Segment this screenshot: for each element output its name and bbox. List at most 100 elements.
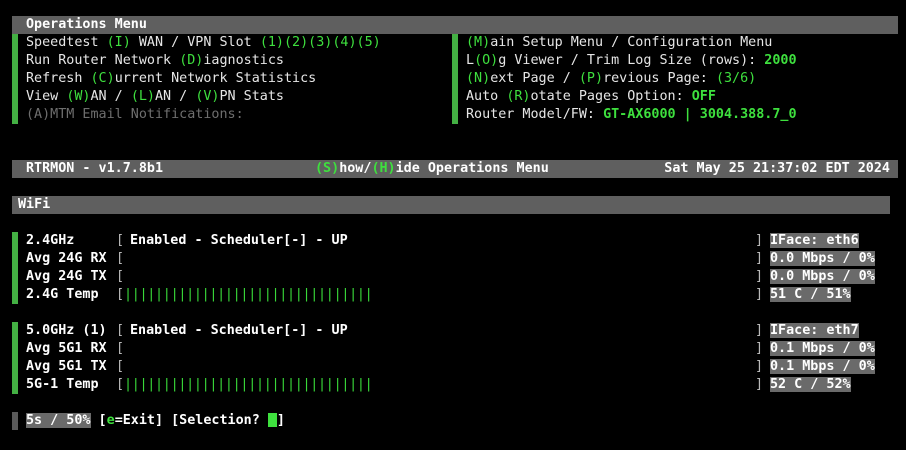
bar-open-bracket: [ — [116, 377, 125, 392]
menu-hotkey[interactable]: (M) — [466, 35, 490, 50]
prompt-open: [ — [90, 413, 107, 428]
show-text: how/ — [339, 161, 372, 176]
refresh-timer: 5s / 50% — [26, 413, 91, 428]
bar-close-bracket: ] — [755, 251, 764, 266]
wifi24-left-border — [12, 232, 18, 304]
menu-text: Refresh — [26, 71, 91, 86]
wifi-row-stat: IFace: eth7 — [770, 322, 859, 340]
wifi-row-stat: 0.0 Mbps / 0% — [770, 250, 875, 268]
wifi-section-title: WiFi — [18, 197, 51, 212]
ops-left-item-0[interactable]: Speedtest (I) WAN / VPN Slot (1)(2)(3)(4… — [26, 34, 381, 52]
hide-text: ide Operations Menu — [395, 161, 549, 176]
ops-menu-left-border — [12, 34, 18, 124]
ops-left-item-3[interactable]: View (W)AN / (L)AN / (V)PN Stats — [26, 88, 284, 106]
menu-hotkey[interactable]: (3/6) — [716, 71, 756, 86]
stat-badge: 0.0 Mbps / 0% — [770, 269, 875, 284]
bar-open-bracket: [ — [116, 287, 125, 302]
menu-text: AN / — [90, 89, 131, 104]
menu-text: urrent Network Statistics — [114, 71, 317, 86]
menu-text: WAN / VPN Slot — [130, 35, 260, 50]
stat-badge: 51 C / 51% — [770, 287, 851, 302]
wifi-section-header — [12, 196, 890, 214]
selection-prompt[interactable]: 5s / 50% [e=Exit] [Selection? ] — [26, 412, 285, 430]
ops-menu-mid-border — [452, 34, 458, 124]
menu-text: ain Setup Menu / Configuration Menu — [490, 35, 773, 50]
ops-left-item-1[interactable]: Run Router Network (D)iagnostics — [26, 52, 284, 70]
wifi-row-label: 5G-1 Temp — [26, 377, 99, 392]
menu-hotkey[interactable]: (O) — [474, 53, 498, 68]
bar-close-bracket: ] — [755, 269, 764, 284]
menu-hotkey[interactable]: (I) — [107, 35, 131, 50]
show-hide-toggle[interactable]: (S)how/(H)ide Operations Menu — [315, 160, 549, 178]
wifi-row-label: 2.4GHz — [26, 233, 75, 248]
bar-close-bracket: ] — [755, 287, 764, 302]
wifi-row-stat: IFace: eth6 — [770, 232, 859, 250]
wifi-status-value: Enabled - Scheduler[-] - UP — [130, 233, 348, 248]
menu-text: PN Stats — [219, 89, 285, 104]
menu-text: L — [466, 53, 475, 68]
ops-right-item-0[interactable]: (M)ain Setup Menu / Configuration Menu — [466, 34, 772, 52]
menu-text: View — [26, 89, 67, 104]
prompt-close: ] — [276, 413, 285, 428]
menu-text: 2000 — [764, 53, 797, 68]
bar-open-bracket: [ — [116, 341, 125, 356]
wifi-row-label: Avg 5G1 RX — [26, 341, 107, 356]
bar-open-bracket: [ — [116, 359, 125, 374]
prompt-left-marker — [12, 412, 18, 430]
menu-hotkey[interactable]: (V) — [195, 89, 219, 104]
ops-right-item-3[interactable]: Auto (R)otate Pages Option: OFF — [466, 88, 716, 106]
wifi-row-stat: 0.0 Mbps / 0% — [770, 268, 875, 286]
iface-badge: IFace: eth7 — [770, 323, 859, 338]
input-cursor[interactable] — [267, 413, 277, 427]
bar-close-bracket: ] — [755, 359, 764, 374]
wifi-row-label: 2.4G Temp — [26, 287, 99, 302]
stat-badge: 52 C / 52% — [770, 377, 851, 392]
ops-left-item-2[interactable]: Refresh (C)urrent Network Statistics — [26, 70, 316, 88]
wifi-status-value: Enabled - Scheduler[-] - UP — [130, 323, 348, 338]
ops-right-item-4[interactable]: Router Model/FW: GT-AX6000 | 3004.388.7_… — [466, 106, 797, 124]
ops-left-item-4[interactable]: (A)MTM Email Notifications: — [26, 106, 244, 124]
wifi-row-label: Avg 24G TX — [26, 269, 107, 284]
menu-hotkey[interactable]: (N) — [466, 71, 490, 86]
ops-right-item-2[interactable]: (N)ext Page / (P)revious Page: (3/6) — [466, 70, 756, 88]
menu-text: ext Page / — [490, 71, 579, 86]
menu-text: Auto — [466, 89, 507, 104]
temperature-bar: |||||||||||||||||||||||||||||||| — [124, 287, 373, 302]
wifi-row-label: 5.0GHz (1) — [26, 323, 107, 338]
wifi-row-stat: 52 C / 52% — [770, 376, 851, 394]
bar-open-bracket: [ — [116, 251, 125, 266]
wifi5-left-border — [12, 322, 18, 394]
menu-hotkey[interactable]: (C) — [91, 71, 115, 86]
menu-text: GT-AX6000 | 3004.388.7_0 — [603, 107, 797, 122]
menu-text: (A)MTM Email Notifications: — [26, 107, 244, 122]
wifi-row-label: Avg 5G1 TX — [26, 359, 107, 374]
menu-text: g Viewer / Trim Log Size (rows): — [498, 53, 765, 68]
bar-open-bracket: [ — [116, 323, 125, 338]
menu-hotkey[interactable]: (W) — [66, 89, 90, 104]
wifi-row-stat: 51 C / 51% — [770, 286, 851, 304]
menu-text: Router Model/FW: — [466, 107, 604, 122]
exit-key[interactable]: e — [107, 413, 115, 428]
show-key[interactable]: (S) — [315, 161, 339, 176]
stat-badge: 0.1 Mbps / 0% — [770, 341, 875, 356]
menu-hotkey[interactable]: (P) — [579, 71, 603, 86]
menu-hotkey[interactable]: (R) — [506, 89, 530, 104]
stat-badge: 0.1 Mbps / 0% — [770, 359, 875, 374]
ops-right-item-1[interactable]: L(O)g Viewer / Trim Log Size (rows): 200… — [466, 52, 797, 70]
menu-text: otate Pages Option: — [530, 89, 692, 104]
bar-close-bracket: ] — [755, 341, 764, 356]
menu-hotkey[interactable]: (1)(2)(3)(4)(5) — [260, 35, 381, 50]
wifi-row-stat: 0.1 Mbps / 0% — [770, 358, 875, 376]
menu-text: revious Page: — [603, 71, 716, 86]
wifi-row-label: Avg 24G RX — [26, 251, 107, 266]
menu-text: Speedtest — [26, 35, 107, 50]
menu-text: iagnostics — [203, 53, 284, 68]
menu-text: OFF — [691, 89, 716, 104]
menu-hotkey[interactable]: (D) — [179, 53, 203, 68]
wifi-row-stat: 0.1 Mbps / 0% — [770, 340, 875, 358]
menu-text: AN / — [155, 89, 196, 104]
bar-close-bracket: ] — [755, 233, 764, 248]
menu-hotkey[interactable]: (L) — [131, 89, 155, 104]
bar-close-bracket: ] — [755, 323, 764, 338]
hide-key[interactable]: (H) — [371, 161, 395, 176]
